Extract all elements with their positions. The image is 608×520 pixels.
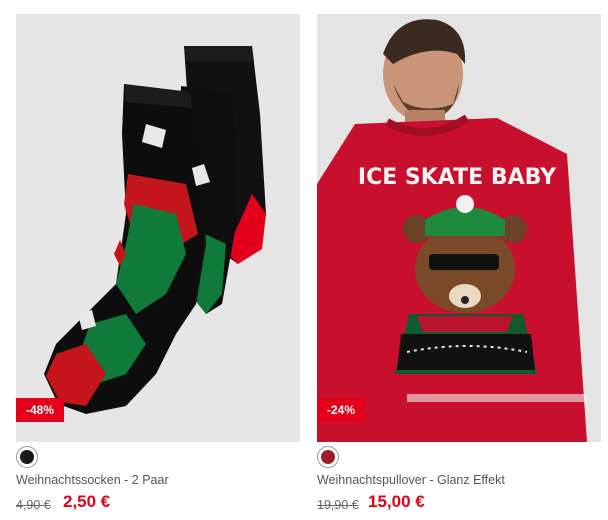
product-card-sweater[interactable]: ICE SKATE BABY -24% Weihnachtspullover -… [317, 0, 601, 520]
sweater-illustration: ICE SKATE BABY [317, 14, 601, 442]
sweater-print-text: ICE SKATE BABY [358, 165, 557, 190]
old-price: 19,90 € [317, 498, 359, 512]
swatch-dot [20, 450, 34, 464]
sale-price: 2,50 € [63, 492, 111, 511]
discount-badge: -48% [16, 398, 64, 422]
product-name[interactable]: Weihnachtssocken - 2 Paar [16, 473, 169, 487]
old-price: 4,90 € [16, 498, 51, 512]
product-image-socks[interactable] [16, 14, 300, 442]
svg-text:ICE SKATE BABY: ICE SKATE BABY [358, 165, 557, 190]
product-card-socks[interactable]: -48% Weihnachtssocken - 2 Paar 4,90 € 2,… [16, 0, 300, 520]
color-swatch-black[interactable] [16, 446, 38, 468]
product-image-sweater[interactable]: ICE SKATE BABY [317, 14, 601, 442]
socks-illustration [16, 14, 300, 442]
discount-badge: -24% [317, 398, 365, 422]
sale-price: 15,00 € [368, 492, 425, 511]
color-swatch-print[interactable] [317, 446, 339, 468]
swatch-dot [321, 450, 335, 464]
product-name[interactable]: Weihnachtspullover - Glanz Effekt [317, 473, 505, 487]
